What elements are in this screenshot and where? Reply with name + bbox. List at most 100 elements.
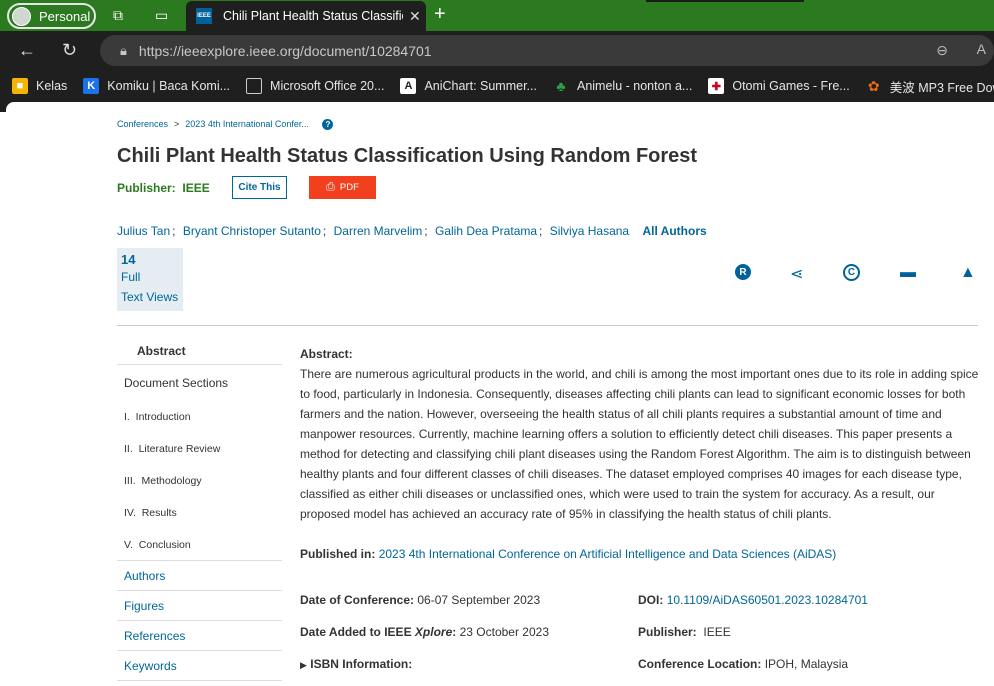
cite-this-button[interactable]: Cite This — [232, 176, 287, 199]
author-separator: ; — [539, 224, 543, 238]
sidebar-item-conclusion[interactable]: V. Conclusion — [117, 529, 282, 561]
bookmark-kelas[interactable]: ■ Kelas — [12, 78, 67, 94]
zoom-icon[interactable]: ⊖ — [936, 42, 948, 59]
publisher-detail: Publisher: IEEE — [638, 625, 731, 639]
isbn-label: ISBN Information: — [310, 657, 413, 671]
doi-label: DOI: — [638, 593, 664, 607]
tab-actions-icon[interactable]: ▭ — [155, 7, 168, 24]
date-added: Date Added to IEEE Xplore: 23 October 20… — [300, 625, 549, 639]
doi-link[interactable]: 10.1109/AiDAS60501.2023.10284701 — [667, 593, 868, 607]
close-icon[interactable]: ✕ — [409, 8, 421, 25]
sidebar-item-keywords[interactable]: Keywords — [117, 651, 282, 681]
abstract-section: Abstract: There are numerous agricultura… — [300, 344, 980, 524]
titlebar-accent — [646, 0, 804, 2]
bookmark-komiku[interactable]: K Komiku | Baca Komi... — [83, 78, 230, 94]
refresh-icon[interactable]: ↻ — [62, 40, 77, 61]
bookmark-animelu[interactable]: ♣ Animelu - nonton a... — [553, 78, 692, 94]
conference-location-label: Conference Location: — [638, 657, 762, 671]
sidebar-item-results[interactable]: IV. Results — [117, 497, 282, 529]
bookmark-mp3[interactable]: ✿ 美波 MP3 Free Dow... — [866, 77, 994, 96]
author-link[interactable]: Galih Dea Pratama — [435, 224, 537, 238]
game-icon: ✚ — [708, 78, 725, 94]
folder-icon[interactable]: ▬ — [900, 264, 916, 282]
avatar — [12, 6, 31, 26]
metric-count: 14 — [121, 252, 136, 267]
sidebar-item-figures[interactable]: Figures — [117, 591, 282, 621]
date-added-value: 23 October 2023 — [459, 625, 549, 639]
bookmark-label: Microsoft Office 20... — [270, 79, 385, 93]
bookmarks-bar: ■ Kelas K Komiku | Baca Komi... Microsof… — [0, 70, 994, 102]
bookmark-office[interactable]: Microsoft Office 20... — [246, 78, 384, 94]
copyright-icon[interactable]: C — [843, 264, 860, 281]
sidebar-item-abstract[interactable]: Abstract — [117, 337, 282, 365]
sidebar-item-methodology[interactable]: III. Methodology — [117, 465, 282, 497]
breadcrumb: Conferences >2023 4th International Confe… — [117, 119, 334, 130]
page-frame-corner — [6, 102, 994, 112]
k-icon: K — [83, 78, 100, 94]
published-in: Published in: 2023 4th International Con… — [300, 547, 836, 561]
author-separator: ; — [322, 224, 327, 238]
sidebar-item-introduction[interactable]: I. Introduction — [117, 401, 282, 433]
caret-right-icon: ▶ — [300, 660, 307, 670]
new-tab-icon[interactable]: + — [434, 3, 446, 26]
read-aloud-icon[interactable]: A — [977, 41, 986, 57]
paw-icon: ✿ — [867, 77, 880, 94]
abstract-text: There are numerous agricultural products… — [300, 367, 979, 521]
sidebar-item-references[interactable]: References — [117, 621, 282, 651]
abstract-heading: Abstract: — [300, 347, 353, 361]
browser-titlebar: Personal ⧉ ▭ IEEE Chili Plant Health Sta… — [0, 0, 994, 31]
help-icon[interactable]: ? — [322, 119, 334, 130]
publisher-value: IEEE — [182, 181, 210, 195]
classroom-icon: ■ — [12, 78, 28, 94]
tab-active[interactable]: IEEE Chili Plant Health Status Classific… — [186, 1, 426, 31]
address-bar-row: ← ↻ 🔒︎ https://ieeexplore.ieee.org/docum… — [0, 31, 994, 70]
lock-icon: 🔒︎ — [120, 42, 127, 58]
publisher: Publisher: IEEE — [117, 181, 210, 195]
bookmark-label: Animelu - nonton a... — [576, 79, 693, 93]
publisher-detail-value: IEEE — [703, 625, 731, 639]
sidebar-item-authors[interactable]: Authors — [117, 561, 282, 591]
breadcrumb-item[interactable]: Conferences — [117, 119, 168, 129]
publisher-detail-label: Publisher: — [638, 625, 697, 639]
profile-button[interactable]: Personal — [7, 3, 96, 29]
sidebar-item-literature-review[interactable]: II. Literature Review — [117, 433, 282, 465]
pdf-label: PDF — [339, 182, 359, 193]
date-of-conference-label: Date of Conference: — [300, 593, 415, 607]
breadcrumb-item[interactable]: 2023 4th International Confer... — [185, 119, 309, 129]
author-link[interactable]: Darren Marvelim — [334, 224, 423, 238]
full-text-views-metric[interactable]: 14 Full Text Views — [117, 248, 183, 311]
page-icon — [246, 78, 263, 94]
bookmark-label: AniChart: Summer... — [424, 79, 537, 93]
bookmark-otomi[interactable]: ✚ Otomi Games - Fre... — [708, 78, 850, 94]
document-sidebar: Abstract Document Sections I. Introducti… — [117, 337, 282, 681]
page-content: Conferences >2023 4th International Confe… — [0, 102, 994, 686]
author-link[interactable]: Silviya Hasana — [550, 224, 629, 238]
rights-icon[interactable]: R — [735, 264, 751, 280]
page-title: Chili Plant Health Status Classification… — [117, 145, 698, 167]
author-separator: ; — [424, 224, 428, 238]
ieee-favicon-icon: IEEE — [196, 8, 212, 24]
breadcrumb-separator: > — [174, 119, 180, 129]
workspaces-icon[interactable]: ⧉ — [113, 7, 123, 24]
isbn-toggle[interactable]: ▶ ISBN Information: — [300, 657, 412, 671]
url-text: https://ieeexplore.ieee.org/document/102… — [138, 42, 432, 59]
all-authors-link[interactable]: All Authors — [642, 224, 706, 238]
tab-title: Chili Plant Health Status Classification… — [223, 9, 403, 23]
published-in-label: Published in: — [300, 547, 376, 561]
pdf-icon: ⎙ — [326, 181, 335, 193]
author-link[interactable]: Julius Tan — [117, 224, 170, 238]
bookmark-anichart[interactable]: A AniChart: Summer... — [400, 78, 537, 94]
a-icon: A — [400, 78, 417, 94]
date-of-conference: Date of Conference: 06-07 September 2023 — [300, 593, 540, 607]
url-field[interactable]: 🔒︎ https://ieeexplore.ieee.org/document/… — [100, 35, 994, 66]
doi: DOI: 10.1109/AiDAS60501.2023.10284701 — [638, 593, 868, 607]
bell-icon[interactable]: ▲ — [960, 264, 976, 282]
bookmark-label: Kelas — [36, 79, 68, 93]
pdf-button[interactable]: ⎙ PDF — [309, 176, 376, 199]
conference-location: Conference Location: IPOH, Malaysia — [638, 657, 848, 671]
author-link[interactable]: Bryant Christoper Sutanto — [183, 224, 321, 238]
conference-location-value: IPOH, Malaysia — [764, 657, 849, 671]
published-in-link[interactable]: 2023 4th International Conference on Art… — [379, 547, 837, 561]
back-icon[interactable]: ← — [18, 40, 36, 61]
share-icon[interactable]: ⋖ — [790, 264, 803, 284]
